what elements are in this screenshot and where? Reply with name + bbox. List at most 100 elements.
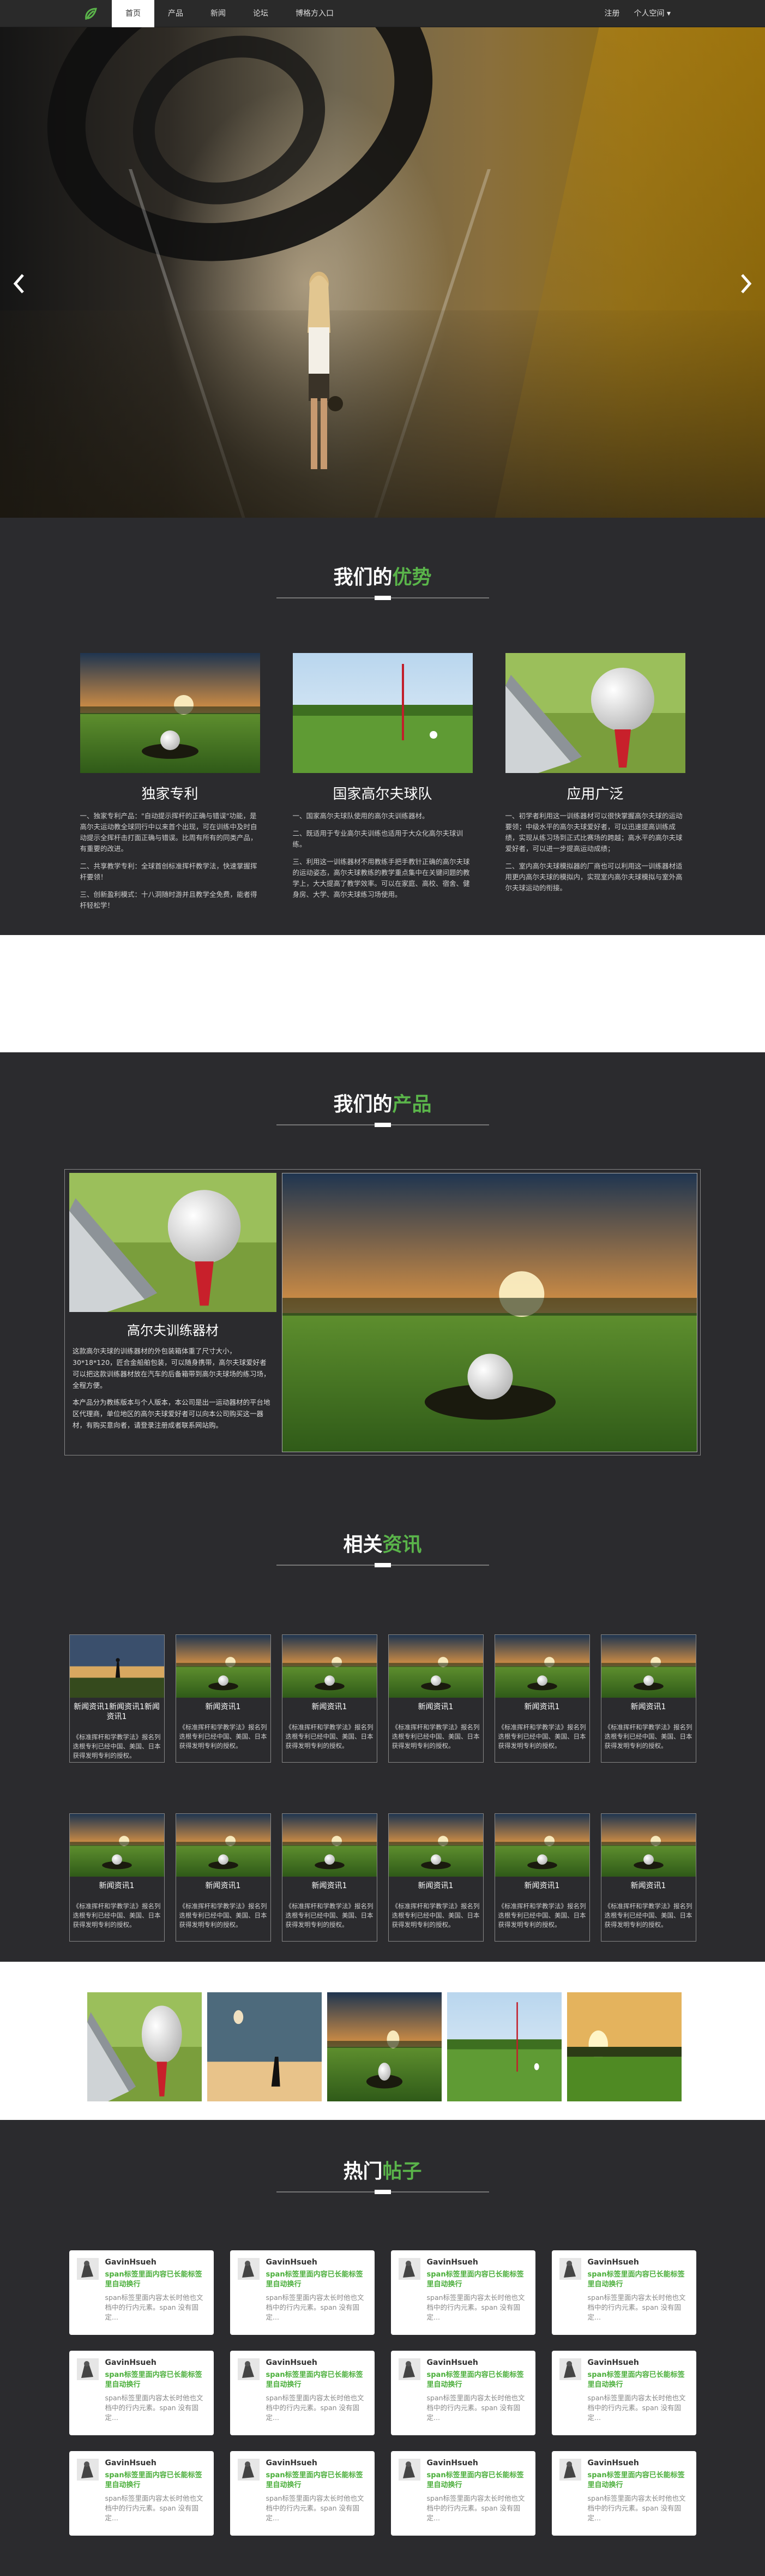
news-summary: 《标准挥杆和学教学法》报名列迭根专利已经中国、美国、日本获得发明专利的授权。 — [179, 1902, 267, 1928]
news-title[interactable]: 新闻资讯1 — [389, 1881, 483, 1891]
avatar[interactable] — [559, 2459, 581, 2481]
gallery-image[interactable] — [567, 1992, 682, 2101]
nav-item[interactable]: 首页 — [112, 0, 154, 27]
section-title: 我们的产品 — [0, 1088, 765, 1117]
post-title[interactable]: span标签里面内容已长能标签里自动换行 — [105, 2370, 206, 2390]
gallery-image[interactable] — [327, 1992, 442, 2101]
avatar[interactable] — [237, 2258, 260, 2280]
news-card[interactable]: 新闻资讯1 《标准挥杆和学教学法》报名列迭根专利已经中国、美国、日本获得发明专利的… — [600, 1634, 696, 1763]
post-title[interactable]: span标签里面内容已长能标签里自动换行 — [266, 2270, 367, 2290]
post-username[interactable]: GavinHsueh — [105, 2459, 156, 2467]
avatar[interactable] — [559, 2358, 581, 2380]
news-title[interactable]: 新闻资讯1 — [601, 1702, 696, 1712]
post-card[interactable]: GavinHsueh span标签里面内容已长能标签里自动换行 span标签里面内容… — [230, 2451, 375, 2536]
news-title[interactable]: 新闻资讯1 — [70, 1881, 164, 1891]
hot-posts-section: 热门帖子 GavinHsueh span标签里面内容已长能标签里自动换行 span标… — [0, 2120, 765, 2576]
post-title[interactable]: span标签里面内容已长能标签里自动换行 — [588, 2471, 689, 2490]
title-plain: 我们的 — [333, 566, 393, 589]
news-title[interactable]: 新闻资讯1新闻资讯1新闻资讯1 — [70, 1702, 164, 1722]
post-title[interactable]: span标签里面内容已长能标签里自动换行 — [588, 2270, 689, 2290]
title-highlight: 优势 — [392, 566, 432, 589]
post-card[interactable]: GavinHsueh span标签里面内容已长能标签里自动换行 span标签里面内容… — [551, 2250, 696, 2335]
post-username[interactable]: GavinHsueh — [266, 2358, 317, 2367]
avatar[interactable] — [398, 2258, 420, 2280]
news-title[interactable]: 新闻资讯1 — [495, 1702, 589, 1712]
chevron-right-icon[interactable] — [738, 273, 754, 295]
post-username[interactable]: GavinHsueh — [588, 2358, 639, 2367]
news-card[interactable]: 新闻资讯1 《标准挥杆和学教学法》报名列迭根专利已经中国、美国、日本获得发明专利的… — [281, 1634, 377, 1763]
news-card[interactable]: 新闻资讯1 《标准挥杆和学教学法》报名列迭根专利已经中国、美国、日本获得发明专利的… — [494, 1634, 590, 1763]
gallery-image[interactable] — [87, 1992, 202, 2101]
news-title[interactable]: 新闻资讯1 — [282, 1881, 377, 1891]
post-title[interactable]: span标签里面内容已长能标签里自动换行 — [427, 2370, 528, 2390]
avatar[interactable] — [76, 2258, 99, 2280]
product-card[interactable]: 高尔夫训练器材 这款高尔夫球的训练器材的外包装箱体重了尺寸大小，30*18*12… — [69, 1173, 276, 1451]
news-card[interactable]: 新闻资讯1 《标准挥杆和学教学法》报名列迭根专利已经中国、美国、日本获得发明专利的… — [388, 1634, 484, 1763]
post-card[interactable]: GavinHsueh span标签里面内容已长能标签里自动换行 span标签里面内容… — [390, 2250, 535, 2335]
hero-carousel — [0, 27, 765, 518]
nav-item[interactable]: 新闻 — [197, 0, 239, 27]
avatar[interactable] — [237, 2459, 260, 2481]
post-title[interactable]: span标签里面内容已长能标签里自动换行 — [588, 2370, 689, 2390]
personal-space-menu[interactable]: 个人空间 ▾ — [627, 0, 678, 27]
news-title[interactable]: 新闻资讯1 — [282, 1702, 377, 1712]
post-title[interactable]: span标签里面内容已长能标签里自动换行 — [266, 2471, 367, 2490]
avatar[interactable] — [559, 2258, 581, 2280]
post-card[interactable]: GavinHsueh span标签里面内容已长能标签里自动换行 span标签里面内容… — [69, 2451, 214, 2536]
post-card[interactable]: GavinHsueh span标签里面内容已长能标签里自动换行 span标签里面内容… — [69, 2351, 214, 2435]
post-username[interactable]: GavinHsueh — [266, 2258, 317, 2267]
news-title[interactable]: 新闻资讯1 — [601, 1881, 696, 1891]
post-username[interactable]: GavinHsueh — [427, 2258, 478, 2267]
avatar[interactable] — [76, 2459, 99, 2481]
avatar[interactable] — [398, 2358, 420, 2380]
nav-item[interactable]: 博格方入口 — [282, 0, 347, 27]
golf-photo — [447, 1992, 562, 2101]
hero-figure — [308, 272, 343, 469]
product-feature-image[interactable] — [282, 1173, 697, 1452]
post-title[interactable]: span标签里面内容已长能标签里自动换行 — [427, 2471, 528, 2490]
post-card[interactable]: GavinHsueh span标签里面内容已长能标签里自动换行 span标签里面内容… — [69, 2250, 214, 2335]
product-heading: 高尔夫训练器材 — [127, 1323, 219, 1338]
gallery-image[interactable] — [447, 1992, 562, 2101]
post-card[interactable]: GavinHsueh span标签里面内容已长能标签里自动换行 span标签里面内容… — [551, 2351, 696, 2435]
nav-item[interactable]: 产品 — [154, 0, 197, 27]
post-card[interactable]: GavinHsueh span标签里面内容已长能标签里自动换行 span标签里面内容… — [230, 2250, 375, 2335]
post-card[interactable]: GavinHsueh span标签里面内容已长能标签里自动换行 span标签里面内容… — [230, 2351, 375, 2435]
post-card[interactable]: GavinHsueh span标签里面内容已长能标签里自动换行 span标签里面内容… — [551, 2451, 696, 2536]
avatar[interactable] — [237, 2358, 260, 2380]
post-username[interactable]: GavinHsueh — [105, 2258, 156, 2267]
post-card[interactable]: GavinHsueh span标签里面内容已长能标签里自动换行 span标签里面内容… — [390, 2351, 535, 2435]
chevron-left-icon[interactable] — [11, 273, 27, 295]
news-card[interactable]: 新闻资讯1 《标准挥杆和学教学法》报名列迭根专利已经中国、美国、日本获得发明专利的… — [388, 1813, 484, 1942]
nav-item[interactable]: 论坛 — [239, 0, 282, 27]
news-card[interactable]: 新闻资讯1 《标准挥杆和学教学法》报名列迭根专利已经中国、美国、日本获得发明专利的… — [281, 1813, 377, 1942]
news-card[interactable]: 新闻资讯1 《标准挥杆和学教学法》报名列迭根专利已经中国、美国、日本获得发明专利的… — [494, 1813, 590, 1942]
post-card[interactable]: GavinHsueh span标签里面内容已长能标签里自动换行 span标签里面内容… — [390, 2451, 535, 2536]
post-title[interactable]: span标签里面内容已长能标签里自动换行 — [266, 2370, 367, 2390]
post-username[interactable]: GavinHsueh — [427, 2358, 478, 2367]
post-title[interactable]: span标签里面内容已长能标签里自动换行 — [105, 2471, 206, 2490]
avatar[interactable] — [76, 2358, 99, 2380]
register-link[interactable]: 注册 — [598, 0, 627, 27]
news-title[interactable]: 新闻资讯1 — [495, 1881, 589, 1891]
news-summary: 《标准挥杆和学教学法》报名列迭根专利已经中国、美国、日本获得发明专利的授权。 — [285, 1902, 374, 1928]
news-card[interactable]: 新闻资讯1 《标准挥杆和学教学法》报名列迭根专利已经中国、美国、日本获得发明专利的… — [69, 1813, 165, 1942]
leaf-logo-icon[interactable] — [82, 5, 99, 23]
news-title[interactable]: 新闻资讯1 — [389, 1702, 483, 1712]
post-title[interactable]: span标签里面内容已长能标签里自动换行 — [105, 2270, 206, 2290]
news-title[interactable]: 新闻资讯1 — [176, 1881, 270, 1891]
post-username[interactable]: GavinHsueh — [588, 2258, 639, 2267]
avatar[interactable] — [398, 2459, 420, 2481]
news-title[interactable]: 新闻资讯1 — [176, 1702, 270, 1712]
news-card[interactable]: 新闻资讯1新闻资讯1新闻资讯1 《标准挥杆和学教学法》报名列迭根专利已经中国、美国… — [69, 1634, 165, 1763]
news-card[interactable]: 新闻资讯1 《标准挥杆和学教学法》报名列迭根专利已经中国、美国、日本获得发明专利的… — [175, 1634, 271, 1763]
news-card[interactable]: 新闻资讯1 《标准挥杆和学教学法》报名列迭根专利已经中国、美国、日本获得发明专利的… — [600, 1813, 696, 1942]
advantage-image — [505, 653, 685, 773]
post-username[interactable]: GavinHsueh — [427, 2459, 478, 2467]
gallery-image[interactable] — [207, 1992, 322, 2101]
news-card[interactable]: 新闻资讯1 《标准挥杆和学教学法》报名列迭根专利已经中国、美国、日本获得发明专利的… — [175, 1813, 271, 1942]
post-username[interactable]: GavinHsueh — [588, 2459, 639, 2467]
post-username[interactable]: GavinHsueh — [105, 2358, 156, 2367]
post-title[interactable]: span标签里面内容已长能标签里自动换行 — [427, 2270, 528, 2290]
post-username[interactable]: GavinHsueh — [266, 2459, 317, 2467]
